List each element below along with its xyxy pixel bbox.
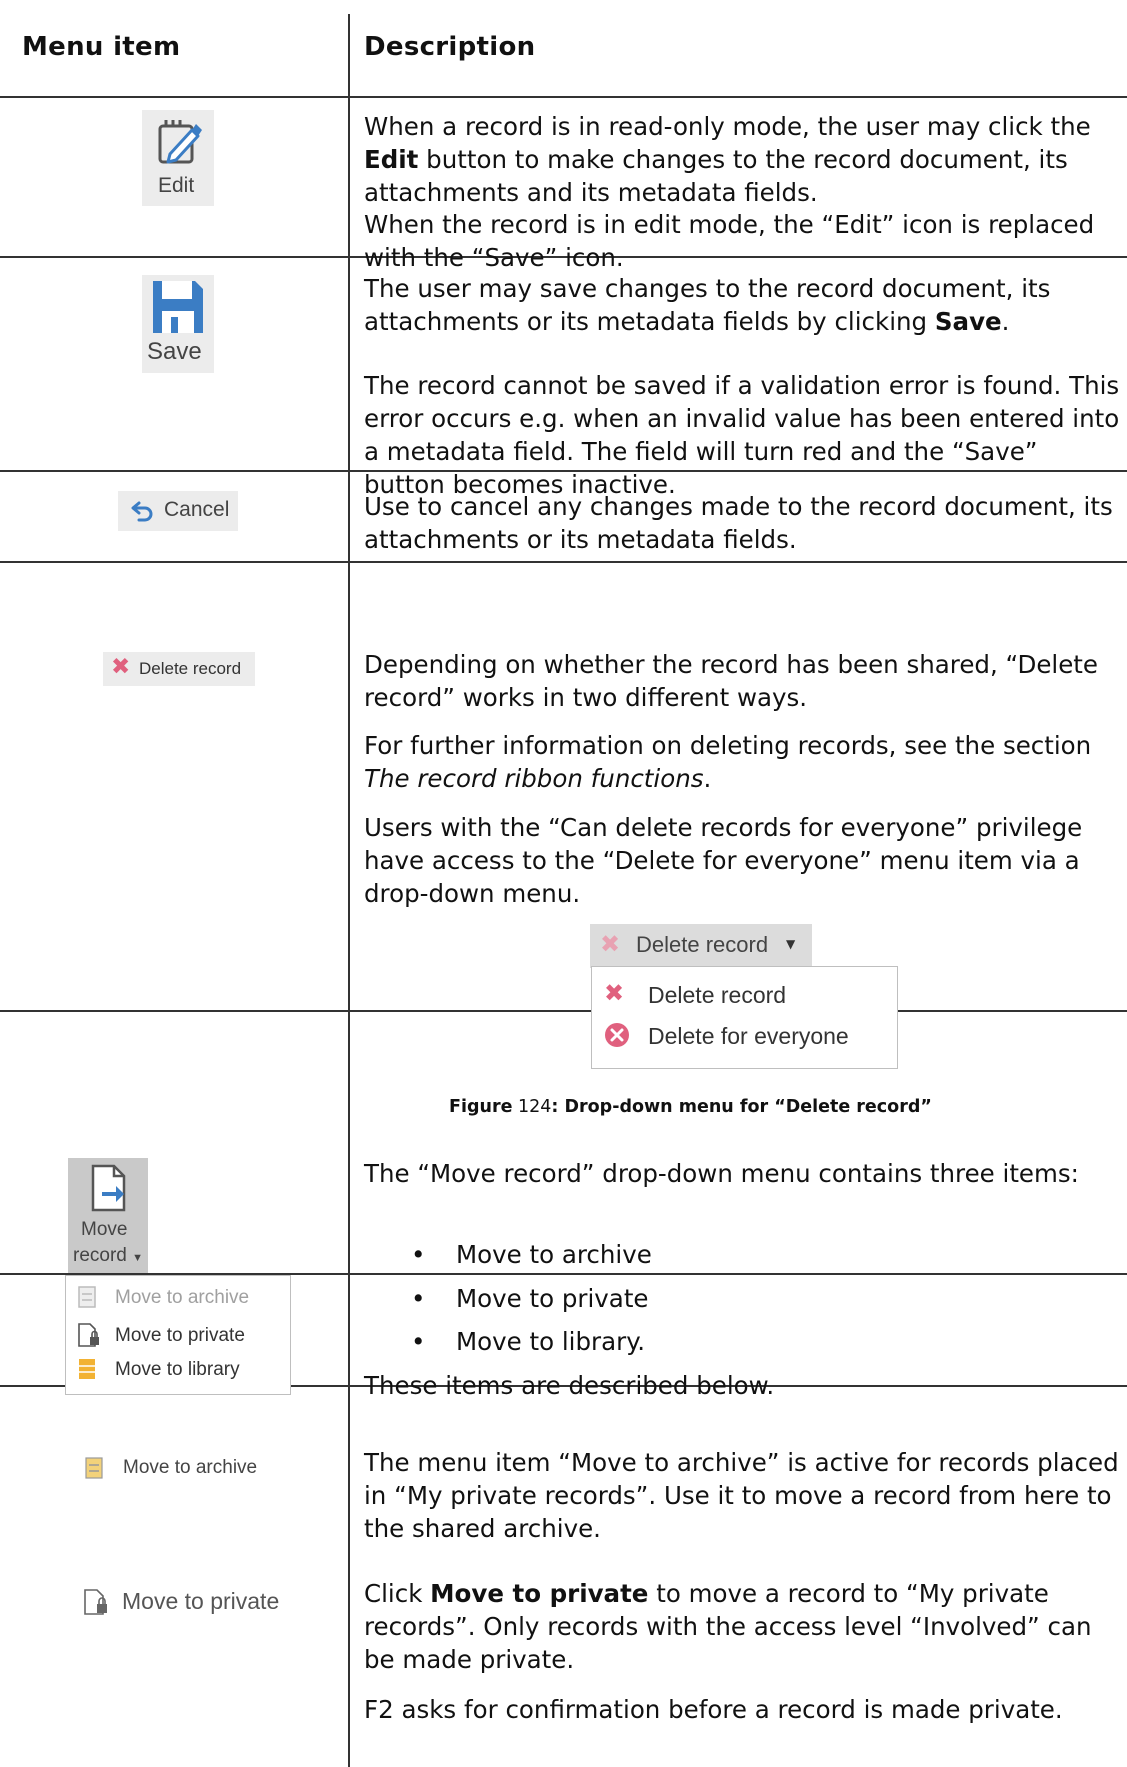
menu-item-move-to-library: Move to library <box>78 1358 240 1386</box>
save-desc-1: The user may save changes to the record … <box>364 274 1051 336</box>
edit-label: Edit <box>158 174 195 197</box>
row-divider <box>0 1010 1127 1012</box>
cancel-button: Cancel <box>118 491 238 531</box>
delete-desc-3: Users with the “Can delete records for e… <box>364 813 1083 908</box>
delete-desc-2: For further information on deleting reco… <box>364 731 1092 793</box>
delete-circle-icon <box>605 1023 629 1047</box>
move-to-archive-item: Move to archive <box>85 1457 257 1483</box>
edit-icon <box>158 120 202 164</box>
delete-icon: ✖ <box>604 980 625 1007</box>
move-to-private-label: Move to private <box>122 1588 280 1614</box>
delete-desc-1: Depending on whether the record has been… <box>364 650 1098 712</box>
delete-label: Delete record <box>139 659 242 678</box>
save-desc-2: The record cannot be saved if a validati… <box>364 371 1120 499</box>
delete-icon: ✖ <box>111 653 131 679</box>
save-label: Save <box>147 338 202 365</box>
archive-desc: The menu item “Move to archive” is activ… <box>364 1448 1119 1543</box>
delete-dropdown-menu: ✖ Delete record Delete for everyone <box>591 966 898 1069</box>
row-divider <box>0 561 1127 563</box>
edit-desc-1: When a record is in read-only mode, the … <box>364 112 1091 207</box>
menu-item-move-to-private: Move to private <box>78 1323 245 1353</box>
private-desc-2: F2 asks for confirmation before a record… <box>364 1695 1063 1724</box>
cancel-label: Cancel <box>164 498 230 521</box>
undo-icon <box>131 501 153 522</box>
move-desc-2: These items are described below. <box>364 1371 775 1400</box>
private-desc-1: Click Move to private to move a record t… <box>364 1579 1092 1674</box>
edit-desc-2: When the record is in edit mode, the “Ed… <box>364 210 1095 272</box>
save-icon <box>153 281 203 333</box>
move-to-archive-label: Move to archive <box>123 1457 258 1478</box>
archive-icon <box>85 1457 103 1479</box>
delete-dropdown-button: ✖ Delete record ▼ <box>590 924 812 968</box>
row-divider <box>0 96 1127 98</box>
private-icon <box>84 1589 107 1615</box>
move-to-private-item: Move to private <box>83 1588 279 1620</box>
menu-item-move-to-archive: Move to archive <box>78 1286 249 1314</box>
header-description: Description <box>364 32 536 62</box>
menu-item-delete-for-everyone: Delete for everyone <box>604 1022 849 1054</box>
move-label-2: record ▼ <box>73 1245 144 1266</box>
delete-record-button: ✖ Delete record <box>103 652 255 686</box>
delete-icon: ✖ <box>600 931 621 958</box>
move-record-icon <box>91 1164 126 1212</box>
save-button: Save <box>142 275 214 373</box>
archive-icon <box>78 1286 96 1308</box>
chevron-down-icon: ▼ <box>132 1252 144 1264</box>
figure-caption: Figure 124: Drop-down menu for “Delete r… <box>449 1097 932 1117</box>
private-icon <box>78 1323 99 1347</box>
delete-dropdown-label: Delete record <box>636 932 769 957</box>
library-icon <box>79 1359 95 1379</box>
move-record-button: Move record ▼ <box>68 1158 148 1273</box>
move-label-1: Move <box>81 1219 128 1240</box>
edit-button: Edit <box>142 110 214 206</box>
header-menu-item: Menu item <box>22 32 181 62</box>
move-record-menu: Move to archive Move to private Move to … <box>65 1275 291 1395</box>
move-desc-1: The “Move record” drop-down menu contain… <box>364 1159 1079 1188</box>
cancel-desc: Use to cancel any changes made to the re… <box>364 492 1113 554</box>
chevron-down-icon: ▼ <box>786 937 796 951</box>
column-divider <box>348 14 350 1767</box>
menu-item-delete-record: ✖ Delete record <box>604 980 787 1008</box>
